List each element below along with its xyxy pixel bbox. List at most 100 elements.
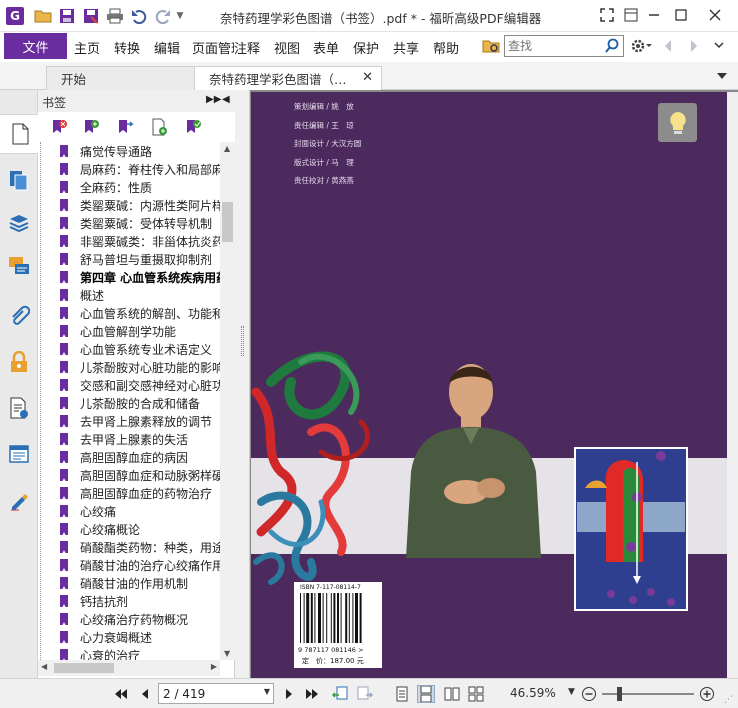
- bookmark-item[interactable]: 交感和副交感神经对心脏功能: [38, 376, 220, 394]
- maximize-button[interactable]: [670, 5, 692, 25]
- bookmark-scroll-thumb[interactable]: [222, 202, 233, 242]
- panel-splitter[interactable]: [235, 90, 250, 678]
- bookmark-item[interactable]: 非罂粟碱类：非甾体抗炎药: [38, 232, 220, 250]
- quick-access-dropdown-icon[interactable]: ▼: [174, 7, 186, 25]
- bookmark-item[interactable]: 概述: [38, 286, 220, 304]
- menu-view[interactable]: 视图: [274, 38, 300, 57]
- bookmark-item[interactable]: 心力衰竭概述: [38, 628, 220, 646]
- bookmark-item[interactable]: 硝酸甘油的治疗心绞痛作用: [38, 556, 220, 574]
- panel-collapse-icon[interactable]: ◀: [222, 94, 230, 105]
- bookmark-item[interactable]: 高胆固醇血症的药物治疗: [38, 484, 220, 502]
- tab-list-dropdown-icon[interactable]: [716, 70, 728, 84]
- page-number-input[interactable]: [163, 686, 255, 701]
- menu-comment[interactable]: 注释: [234, 38, 260, 57]
- bookmark-item[interactable]: 类罂粟碱：受体转导机制: [38, 214, 220, 232]
- bookmark-item[interactable]: 心绞痛治疗药物概况: [38, 610, 220, 628]
- menu-convert[interactable]: 转换: [114, 38, 140, 57]
- signature-panel-icon[interactable]: [0, 480, 38, 520]
- facing-view-icon[interactable]: [443, 685, 461, 703]
- last-page-icon[interactable]: [303, 685, 321, 703]
- bookmark-item[interactable]: 心血管解剖学功能: [38, 322, 220, 340]
- next-view-icon[interactable]: [356, 685, 374, 703]
- bookmark-item[interactable]: 心血管系统的解剖、功能和病理: [38, 304, 220, 322]
- bookmark-panel-icon[interactable]: [0, 114, 39, 154]
- next-page-icon[interactable]: [280, 685, 298, 703]
- menu-edit[interactable]: 编辑: [154, 38, 180, 57]
- search-box[interactable]: [504, 35, 624, 57]
- move-bookmark-icon[interactable]: [116, 118, 134, 136]
- menu-help[interactable]: 帮助: [433, 38, 459, 57]
- print-icon[interactable]: [106, 7, 124, 25]
- zoom-slider[interactable]: [602, 693, 694, 695]
- continuous-view-icon[interactable]: [417, 685, 435, 703]
- search-input[interactable]: [508, 38, 600, 54]
- bookmark-item[interactable]: 儿茶酚胺对心脏功能的影响: [38, 358, 220, 376]
- menu-protect[interactable]: 保护: [353, 38, 379, 57]
- pdf-page[interactable]: 策划编辑 / 姚 放责任编辑 / 王 琼封面设计 / 大汉方圆 版式设计 / 马 …: [251, 92, 727, 678]
- single-page-view-icon[interactable]: [393, 685, 411, 703]
- bookmark-item[interactable]: 局麻药：脊柱传入和局部麻醉: [38, 160, 220, 178]
- bookmark-item[interactable]: 高胆固醇血症和动脉粥样硬化: [38, 466, 220, 484]
- bookmark-item[interactable]: 舒马普坦与重摄取抑制剂: [38, 250, 220, 268]
- first-page-icon[interactable]: [112, 685, 130, 703]
- bookmark-item[interactable]: 硝酸酯类药物：种类，用途: [38, 538, 220, 556]
- bookmark-from-page-icon[interactable]: [150, 118, 168, 136]
- minimize-button[interactable]: [643, 5, 665, 25]
- bookmark-item[interactable]: 心衰的治疗: [38, 646, 220, 660]
- menu-form[interactable]: 表单: [313, 38, 339, 57]
- zoom-level[interactable]: 46.59%: [510, 686, 556, 700]
- previous-page-icon[interactable]: [136, 685, 154, 703]
- forward-arrow-icon[interactable]: [688, 38, 700, 57]
- bookmark-item[interactable]: 硝酸甘油的作用机制: [38, 574, 220, 592]
- zoom-out-icon[interactable]: [580, 685, 598, 703]
- bookmark-item[interactable]: 第四章 心血管系统疾病用药: [38, 268, 220, 286]
- tab-start[interactable]: 开始: [46, 66, 198, 90]
- save-as-icon[interactable]: [82, 7, 100, 25]
- bookmark-item[interactable]: 去甲肾上腺素的失活: [38, 430, 220, 448]
- save-icon[interactable]: [58, 7, 76, 25]
- document-properties-icon[interactable]: [0, 388, 38, 428]
- scroll-down-icon[interactable]: ▼: [224, 649, 230, 658]
- bookmark-item[interactable]: 心血管系统专业术语定义: [38, 340, 220, 358]
- bookmark-hscroll-thumb[interactable]: [54, 663, 114, 673]
- previous-view-icon[interactable]: [331, 685, 349, 703]
- layers-panel-icon[interactable]: [0, 202, 38, 242]
- undo-icon[interactable]: [130, 7, 148, 25]
- scroll-up-icon[interactable]: ▲: [224, 144, 230, 153]
- tab-document[interactable]: 奈特药理学彩色图谱（… ✕: [194, 66, 382, 90]
- fullscreen-icon[interactable]: [596, 5, 618, 25]
- bookmark-item[interactable]: 钙拮抗剂: [38, 592, 220, 610]
- app-logo-icon[interactable]: G: [6, 7, 24, 25]
- find-folder-icon[interactable]: [482, 38, 500, 57]
- bookmark-item[interactable]: 全麻药：性质: [38, 178, 220, 196]
- scroll-right-icon[interactable]: ▶: [211, 662, 217, 671]
- add-bookmark-icon[interactable]: [82, 118, 100, 136]
- zoom-slider-thumb[interactable]: [617, 687, 622, 701]
- menu-share[interactable]: 共享: [393, 38, 419, 57]
- scroll-left-icon[interactable]: ◀: [41, 662, 47, 671]
- bookmark-item[interactable]: 心绞痛: [38, 502, 220, 520]
- tab-close-icon[interactable]: ✕: [362, 70, 373, 85]
- bookmark-item[interactable]: 高胆固醇血症的病因: [38, 448, 220, 466]
- page-dropdown-icon[interactable]: ▼: [264, 687, 270, 696]
- bookmark-item[interactable]: 类罂粟碱：内源性类阿片样物质: [38, 196, 220, 214]
- bookmark-horizontal-scrollbar[interactable]: ◀ ▶: [38, 660, 220, 676]
- zoom-dropdown-icon[interactable]: ▼: [568, 687, 575, 697]
- open-folder-icon[interactable]: [34, 7, 52, 25]
- menu-page-management[interactable]: 页面管理: [192, 38, 234, 57]
- attachments-panel-icon[interactable]: [0, 296, 38, 336]
- bookmark-item[interactable]: 心绞痛概论: [38, 520, 220, 538]
- page-number-field[interactable]: ▼: [158, 683, 274, 704]
- redo-icon[interactable]: [154, 7, 172, 25]
- bookmark-vertical-scrollbar[interactable]: ▲ ▼: [220, 142, 235, 660]
- delete-bookmark-icon[interactable]: [50, 118, 68, 136]
- security-panel-icon[interactable]: [0, 342, 38, 382]
- gear-icon[interactable]: [630, 38, 652, 57]
- continuous-facing-view-icon[interactable]: [467, 685, 485, 703]
- tips-lightbulb-button[interactable]: [658, 103, 697, 142]
- bookmark-properties-icon[interactable]: [184, 118, 202, 136]
- bookmark-item[interactable]: 去甲肾上腺素释放的调节: [38, 412, 220, 430]
- pages-panel-icon[interactable]: [0, 160, 38, 200]
- ribbon-collapse-icon[interactable]: [713, 39, 725, 54]
- document-vertical-scrollbar[interactable]: [727, 92, 738, 678]
